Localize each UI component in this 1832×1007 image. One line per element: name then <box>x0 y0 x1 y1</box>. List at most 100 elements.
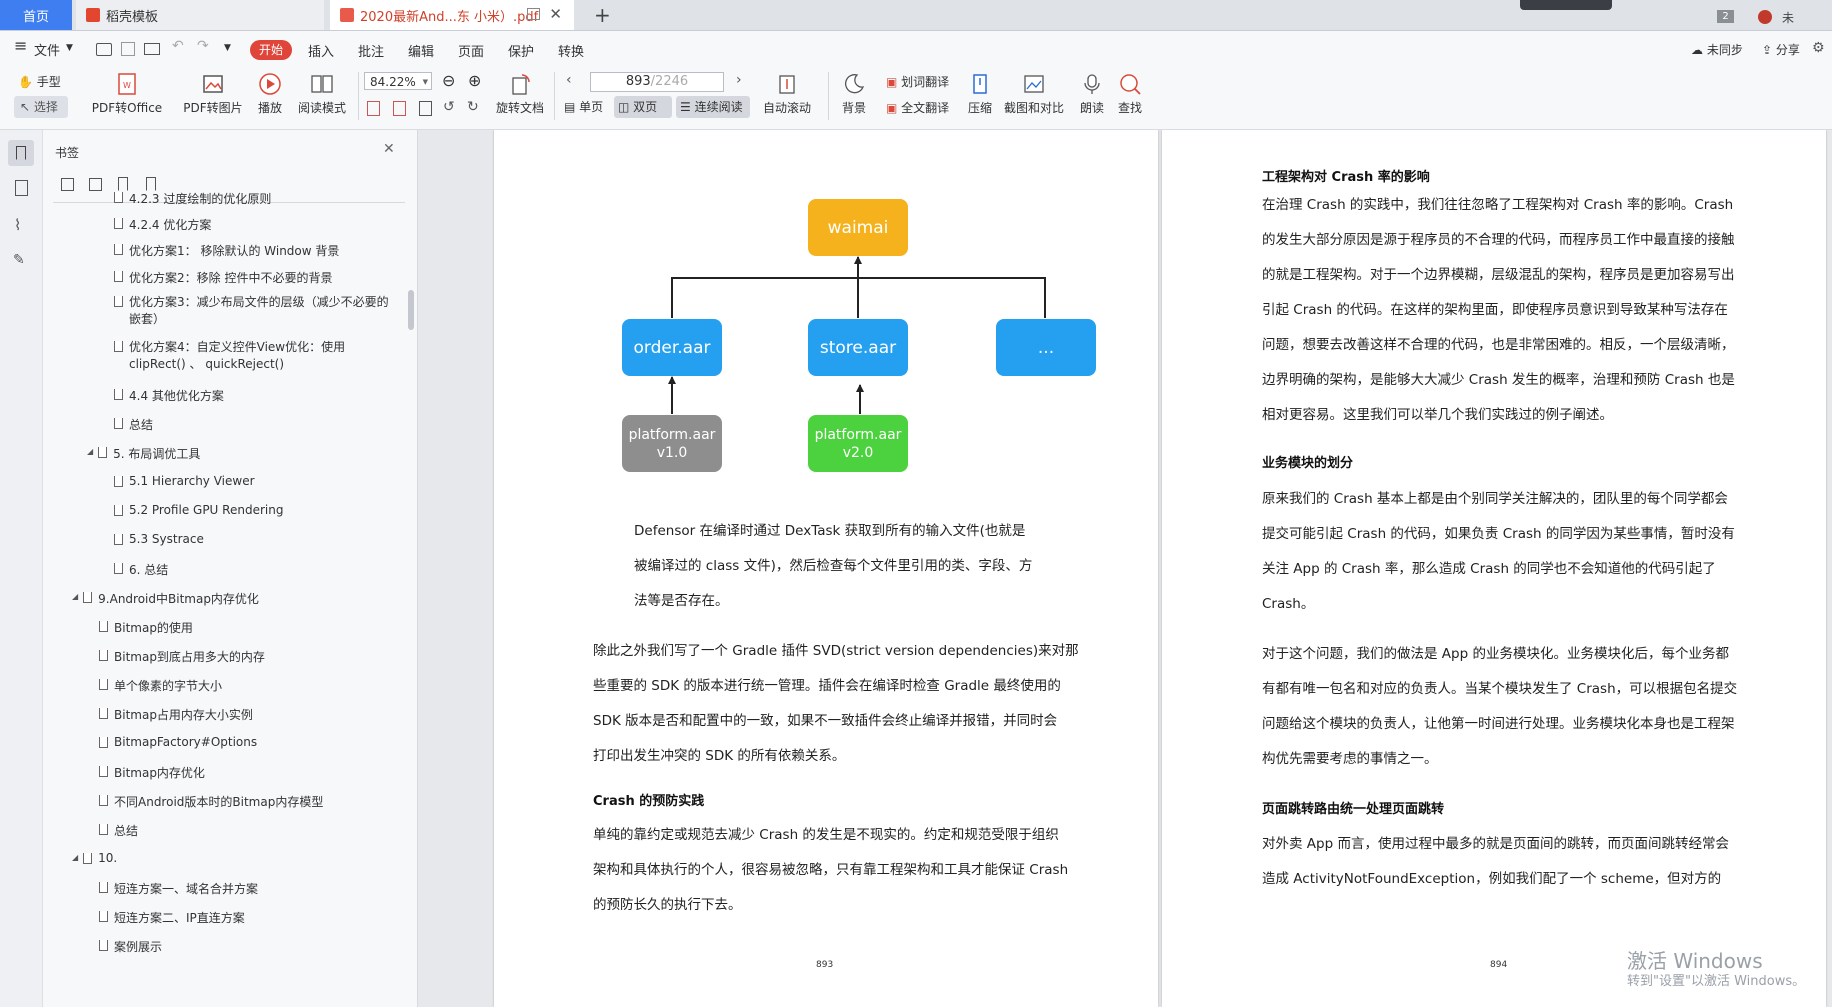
tab-home[interactable]: 首页 <box>0 0 72 30</box>
new-tab-icon[interactable]: + <box>594 3 611 27</box>
delete-bookmark-icon[interactable] <box>146 177 156 191</box>
pdf-to-office-button[interactable]: W PDF转Office <box>90 72 164 116</box>
word-translate-button[interactable]: ▣ 划词翻译 <box>886 73 949 90</box>
bookmark-item[interactable]: ◢ 5. 布局调优工具 <box>87 445 200 462</box>
select-tool[interactable]: ↖ 选择 <box>14 96 68 118</box>
menu-page[interactable]: 页面 <box>458 41 484 60</box>
double-page-button[interactable]: ◫ 双页 <box>614 96 672 118</box>
page-input[interactable]: 893/2246 <box>590 72 724 92</box>
zoom-in-icon[interactable]: ⊕ <box>468 71 481 90</box>
undo-icon[interactable]: ↶ <box>172 38 184 54</box>
bookmark-item[interactable]: 不同Android版本时的Bitmap内存模型 <box>99 793 323 810</box>
zoom-out-icon[interactable]: ⊖ <box>442 71 455 90</box>
tab-pdf[interactable]: 2020最新And...东 小米）.pdf ✕ <box>330 0 574 30</box>
full-translate-button[interactable]: ▣ 全文翻译 <box>886 99 949 116</box>
open-icon[interactable] <box>96 43 112 56</box>
compress-button[interactable]: 压缩 <box>964 72 996 116</box>
bookmark-item[interactable]: 优化方案3：减少布局文件的层级（减少不必要的嵌套） <box>114 294 389 328</box>
bookmark-item[interactable]: Bitmap的使用 <box>99 619 193 636</box>
autoscroll-button[interactable]: 自动滚动 <box>758 72 816 116</box>
signature-icon[interactable]: ✎ <box>13 252 33 272</box>
menu-start[interactable]: 开始 <box>250 40 292 60</box>
single-page-button[interactable]: ▤ 单页 <box>564 98 603 115</box>
bookmark-item[interactable]: 短连方案一、域名合并方案 <box>99 880 258 897</box>
hamburger-icon[interactable]: ≡ <box>14 36 27 55</box>
pdf-to-image-button[interactable]: PDF转图片 <box>180 72 246 116</box>
bookmark-item[interactable]: 5.2 Profile GPU Rendering <box>114 503 283 517</box>
next-page-icon[interactable]: › <box>736 72 742 88</box>
more-icon[interactable]: ▼ <box>224 43 231 53</box>
find-button[interactable]: 查找 <box>1114 72 1146 116</box>
menu-insert[interactable]: 插入 <box>308 41 334 60</box>
chevron-down-icon[interactable]: ▼ <box>66 43 73 53</box>
expanded-arrow-icon[interactable]: ◢ <box>72 853 78 862</box>
bookmark-item[interactable]: Bitmap到底占用多大的内存 <box>99 648 265 665</box>
menu-edit[interactable]: 编辑 <box>408 41 434 60</box>
bookmark-item[interactable]: 案例展示 <box>99 938 162 955</box>
window-count-badge[interactable]: 2 <box>1717 10 1734 23</box>
add-bookmark-icon[interactable] <box>118 177 128 191</box>
menu-protect[interactable]: 保护 <box>508 41 534 60</box>
document-view[interactable]: waimai order.aar store.aar ... platform.… <box>418 130 1832 1007</box>
scrollbar-thumb[interactable] <box>408 290 414 330</box>
fit-page-icon[interactable] <box>367 101 380 116</box>
bookmark-item[interactable]: 优化方案2：移除 控件中不必要的背景 <box>114 269 332 286</box>
bookmark-item[interactable]: 5.1 Hierarchy Viewer <box>114 474 255 488</box>
expanded-arrow-icon[interactable]: ◢ <box>72 592 78 601</box>
bookmark-item[interactable]: ◢ 10. <box>72 851 117 865</box>
bookmark-item[interactable]: 短连方案二、IP直连方案 <box>99 909 245 926</box>
bookmark-icon <box>114 534 123 545</box>
read-mode-button[interactable]: 阅读模式 <box>296 72 348 116</box>
bookmark-item[interactable]: 单个像素的字节大小 <box>99 677 222 694</box>
share-button[interactable]: ⇪ 分享 <box>1762 41 1800 58</box>
thumbnail-icon[interactable] <box>15 180 28 196</box>
expanded-arrow-icon[interactable]: ◢ <box>87 447 93 456</box>
menu-convert[interactable]: 转换 <box>558 41 584 60</box>
close-panel-icon[interactable]: ✕ <box>383 141 395 157</box>
redo-icon[interactable]: ↷ <box>197 38 209 54</box>
menu-file[interactable]: 文件 <box>34 40 60 59</box>
bookmark-panel-toggle[interactable] <box>8 140 34 166</box>
fit-width-icon[interactable] <box>393 101 406 116</box>
background-button[interactable]: 背景 <box>836 72 872 116</box>
bookmark-item[interactable]: 5.3 Systrace <box>114 532 204 546</box>
bookmark-item[interactable]: Bitmap内存优化 <box>99 764 205 781</box>
rotate-doc-button[interactable]: 旋转文档 <box>494 72 546 116</box>
continuous-read-button[interactable]: ☰ 连续阅读 <box>676 96 750 118</box>
zoom-dropdown-icon[interactable]: ▼ <box>423 73 428 91</box>
bookmark-item[interactable]: BitmapFactory#Options <box>99 735 257 749</box>
save-icon[interactable] <box>121 42 135 56</box>
zoom-input[interactable]: 84.22% ▼ <box>364 72 432 90</box>
attachment-icon[interactable]: ⌇ <box>14 216 34 236</box>
bookmark-item[interactable]: Bitmap占用内存大小实例 <box>99 706 253 723</box>
rotate-right-icon[interactable]: ↻ <box>467 99 479 115</box>
bookmark-item[interactable]: 4.2.3 过度绘制的优化原则 <box>114 190 271 207</box>
bookmark-label: 4.4 其他优化方案 <box>129 389 224 403</box>
screenshot-compare-button[interactable]: 截图和对比 <box>1002 72 1066 116</box>
bookmark-item[interactable]: ◢ 9.Android中Bitmap内存优化 <box>72 590 259 607</box>
bookmark-item[interactable]: 4.2.4 优化方案 <box>114 216 211 233</box>
prev-page-icon[interactable]: ‹ <box>566 72 572 88</box>
collapse-all-icon[interactable] <box>89 178 102 191</box>
hand-tool[interactable]: ✋ 手型 <box>18 73 61 90</box>
bookmark-item[interactable]: 4.4 其他优化方案 <box>114 387 224 404</box>
avatar[interactable] <box>1758 10 1772 24</box>
read-aloud-button[interactable]: 朗读 <box>1076 72 1108 116</box>
tab-template[interactable]: 稻壳模板 <box>76 0 324 30</box>
actual-size-icon[interactable] <box>419 101 432 116</box>
rotate-left-icon[interactable]: ↺ <box>443 99 455 115</box>
expand-all-icon[interactable] <box>61 178 74 191</box>
close-tab-icon[interactable]: ✕ <box>549 5 562 23</box>
play-button[interactable]: 播放 <box>252 72 288 116</box>
menu-annotate[interactable]: 批注 <box>358 41 384 60</box>
print-icon[interactable] <box>144 43 160 55</box>
bookmark-item[interactable]: 6. 总结 <box>114 561 168 578</box>
bookmark-item[interactable]: 总结 <box>99 822 138 839</box>
bookmark-item[interactable]: 优化方案1： 移除默认的 Window 背景 <box>114 242 339 259</box>
cloud-sync[interactable]: ☁ 未同步 <box>1691 41 1743 58</box>
float-window-icon[interactable] <box>527 8 540 20</box>
bookmark-item[interactable]: 优化方案4：自定义控件View优化：使用 clipRect() 、 quickR… <box>114 339 389 373</box>
user-name[interactable]: 未 <box>1782 9 1794 26</box>
bookmark-item[interactable]: 总结 <box>114 416 153 433</box>
settings-icon[interactable]: ⚙ <box>1812 40 1825 56</box>
